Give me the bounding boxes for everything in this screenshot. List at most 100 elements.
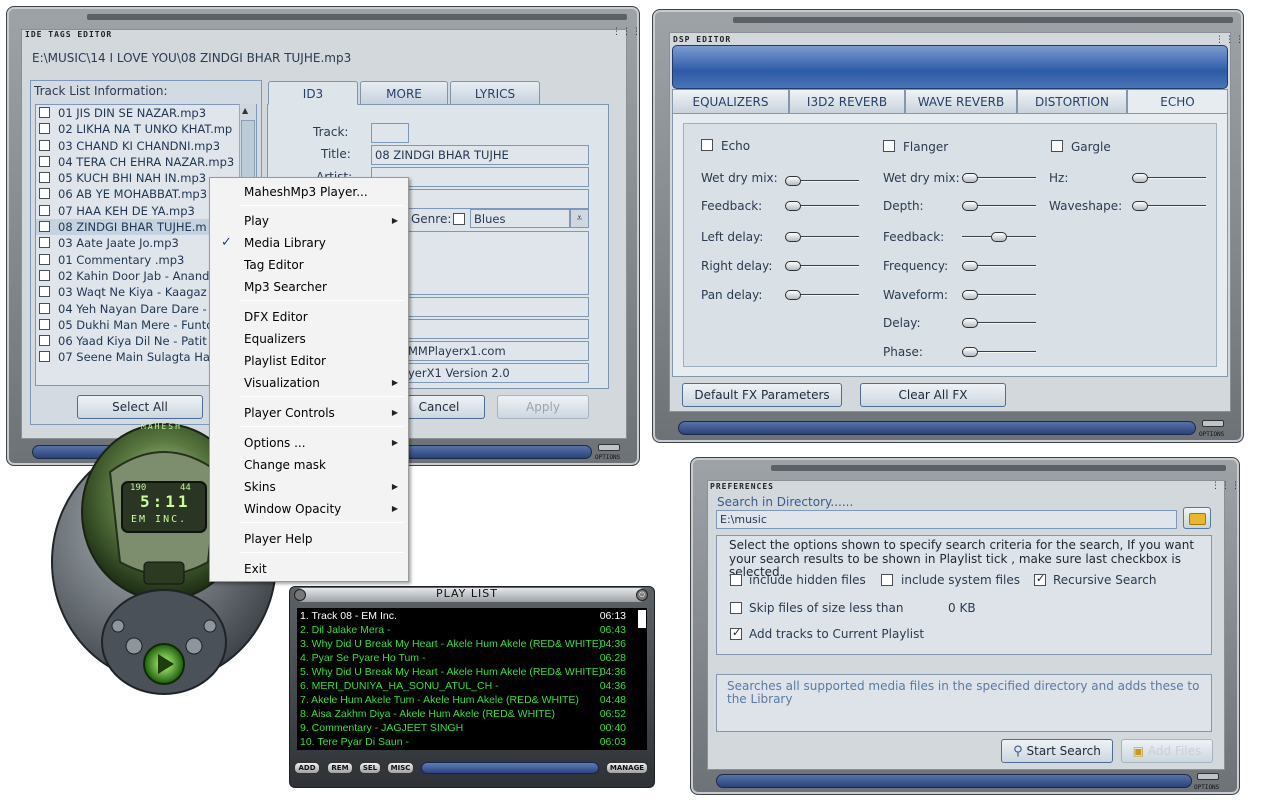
window-grip-icon[interactable]: ⋮⋮⋮ bbox=[612, 27, 642, 37]
track-list-item[interactable]: 04 TERA CH EHRA NAZAR.mp3 bbox=[36, 154, 256, 170]
menu-item-player-controls[interactable]: Player Controls ▶ bbox=[210, 402, 408, 424]
system-files-checkbox[interactable] bbox=[881, 574, 893, 586]
menu-item-window-opacity[interactable]: Window Opacity ▶ bbox=[210, 498, 408, 520]
playlist-row[interactable]: 10. Tere Pyar Di Saun - 06:03 bbox=[300, 735, 626, 749]
playlist-row[interactable]: 8. Aisa Zakhm Diya - Akele Hum Akele (RE… bbox=[300, 707, 626, 721]
left-delay-slider[interactable] bbox=[785, 232, 859, 242]
add-tracks-checkbox[interactable] bbox=[730, 626, 742, 640]
track-checkbox[interactable] bbox=[39, 253, 50, 265]
phase-slider[interactable] bbox=[962, 347, 1036, 357]
track-checkbox[interactable] bbox=[39, 335, 50, 347]
close-icon[interactable]: ⏻ bbox=[636, 589, 648, 601]
tab-wave-reverb[interactable]: WAVE REVERB bbox=[905, 89, 1017, 114]
slider-knob[interactable] bbox=[962, 173, 978, 183]
misc-button[interactable]: MISC bbox=[387, 762, 414, 774]
tab-more[interactable]: MORE bbox=[360, 81, 448, 105]
tab-distortion[interactable]: DISTORTION bbox=[1017, 89, 1127, 114]
track-list-item[interactable]: 03 CHAND KI CHANDNI.mp3 bbox=[36, 138, 256, 154]
playlist-row[interactable]: 3. Why Did U Break My Heart - Akele Hum … bbox=[300, 637, 626, 651]
flanger-feedback-slider[interactable] bbox=[962, 232, 1036, 242]
depth-slider[interactable] bbox=[962, 201, 1036, 211]
echo-wet-dry-slider[interactable] bbox=[785, 176, 859, 186]
playlist-menu-icon[interactable] bbox=[294, 589, 306, 601]
waveshape-slider[interactable] bbox=[1132, 201, 1206, 211]
playlist-row[interactable]: 2. Dil Jalake Mera - 06:43 bbox=[300, 623, 626, 637]
hz-slider[interactable] bbox=[1132, 173, 1206, 183]
pan-delay-slider[interactable] bbox=[785, 290, 859, 300]
track-checkbox[interactable] bbox=[39, 155, 50, 167]
scroll-up-icon[interactable]: ▲ bbox=[242, 106, 248, 115]
track-checkbox[interactable] bbox=[39, 269, 50, 281]
browse-folder-button[interactable] bbox=[1183, 507, 1211, 529]
window-grip-icon[interactable]: ⋮⋮⋮ bbox=[1215, 35, 1245, 45]
track-checkbox[interactable] bbox=[39, 302, 50, 314]
track-field[interactable] bbox=[371, 123, 409, 143]
playlist-row[interactable]: 7. Akele Hum Akele Tum - Akele Hum Akele… bbox=[300, 693, 626, 707]
menu-item-skins[interactable]: Skins ▶ bbox=[210, 476, 408, 498]
menu-item-playlist-editor[interactable]: Playlist Editor bbox=[210, 350, 408, 372]
menu-item-mp3-searcher[interactable]: Mp3 Searcher bbox=[210, 276, 408, 298]
menu-item-visualization[interactable]: Visualization ▶ bbox=[210, 372, 408, 394]
playlist-seek-bar[interactable] bbox=[421, 762, 599, 774]
slider-knob[interactable] bbox=[785, 290, 801, 300]
playlist-row[interactable]: 9. Commentary - JAGJEET SINGH 00:40 bbox=[300, 721, 626, 735]
slider-knob[interactable] bbox=[785, 201, 801, 211]
manage-button[interactable]: MANAGE bbox=[606, 762, 648, 774]
skip-size-value[interactable]: 0 KB bbox=[948, 601, 976, 615]
playlist-row[interactable]: 6. MERI_DUNIYA_HA_SONU_ATUL_CH - 04:36 bbox=[300, 679, 626, 693]
select-button[interactable]: SEL bbox=[359, 762, 381, 774]
slider-knob[interactable] bbox=[785, 176, 801, 186]
tab-lyrics[interactable]: LYRICS bbox=[450, 81, 540, 105]
remove-button[interactable]: REM bbox=[327, 762, 353, 774]
playlist-row[interactable]: 4. Pyar Se Pyare Ho Tum - 06:28 bbox=[300, 651, 626, 665]
echo-checkbox[interactable] bbox=[701, 139, 713, 151]
track-checkbox[interactable] bbox=[39, 123, 50, 135]
options-button[interactable] bbox=[1202, 420, 1224, 427]
slider-knob[interactable] bbox=[991, 232, 1007, 242]
add-button[interactable]: ADD bbox=[294, 762, 320, 774]
echo-feedback-slider[interactable] bbox=[785, 201, 859, 211]
flanger-wet-dry-slider[interactable] bbox=[962, 173, 1036, 183]
window-grip-icon[interactable]: ⋮⋮⋮ bbox=[1211, 481, 1241, 491]
tab-id3[interactable]: ID3 bbox=[268, 81, 358, 105]
track-list-item[interactable]: 01 JIS DIN SE NAZAR.mp3 bbox=[36, 105, 256, 121]
menu-item-change-mask[interactable]: Change mask bbox=[210, 454, 408, 476]
track-checkbox[interactable] bbox=[39, 188, 50, 200]
slider-knob[interactable] bbox=[1132, 173, 1148, 183]
playlist-list[interactable]: 1. Track 08 - EM Inc. 06:13 2. Dil Jalake … bbox=[297, 608, 647, 750]
menu-item-options[interactable]: Options ... ▶ bbox=[210, 432, 408, 454]
genre-checkbox[interactable] bbox=[453, 213, 465, 225]
menu-item-play[interactable]: Play ▶ bbox=[210, 210, 408, 232]
menu-item-media-library[interactable]: ✓ Media Library bbox=[210, 232, 408, 254]
options-button[interactable] bbox=[1197, 773, 1219, 780]
track-checkbox[interactable] bbox=[39, 318, 50, 330]
slider-knob[interactable] bbox=[962, 318, 978, 328]
default-fx-button[interactable]: Default FX Parameters bbox=[682, 383, 842, 407]
add-files-button[interactable]: ▣ Add Files bbox=[1121, 739, 1213, 763]
slider-knob[interactable] bbox=[1132, 201, 1148, 211]
tab-i3d2-reverb[interactable]: I3D2 REVERB bbox=[789, 89, 905, 114]
menu-item-tag-editor[interactable]: Tag Editor bbox=[210, 254, 408, 276]
recursive-search-checkbox[interactable] bbox=[1034, 572, 1046, 586]
gargle-checkbox[interactable] bbox=[1051, 140, 1063, 152]
genre-select[interactable]: Blues bbox=[470, 209, 570, 228]
playlist-row[interactable]: 5. Why Did U Break My Heart - Akele Hum … bbox=[300, 665, 626, 679]
menu-item-maheshmp3-player[interactable]: MaheshMp3 Player... bbox=[210, 181, 408, 203]
playlist-scrollbar[interactable] bbox=[638, 610, 646, 628]
menu-item-equalizers[interactable]: Equalizers bbox=[210, 328, 408, 350]
track-checkbox[interactable] bbox=[39, 221, 50, 233]
slider-knob[interactable] bbox=[962, 347, 978, 357]
chevron-down-icon[interactable]: ⩡ bbox=[570, 209, 589, 228]
frequency-slider[interactable] bbox=[962, 261, 1036, 271]
track-checkbox[interactable] bbox=[39, 204, 50, 216]
slider-knob[interactable] bbox=[962, 201, 978, 211]
play-icon[interactable] bbox=[152, 652, 176, 676]
menu-item-exit[interactable]: Exit bbox=[210, 558, 408, 580]
hidden-files-checkbox[interactable] bbox=[730, 574, 742, 586]
directory-field[interactable]: E:\music bbox=[716, 510, 1177, 529]
track-checkbox[interactable] bbox=[39, 107, 50, 118]
menu-item-dfx-editor[interactable]: DFX Editor bbox=[210, 306, 408, 328]
flanger-checkbox[interactable] bbox=[883, 140, 895, 152]
waveform-slider[interactable] bbox=[962, 290, 1036, 300]
delay-slider[interactable] bbox=[962, 318, 1036, 328]
